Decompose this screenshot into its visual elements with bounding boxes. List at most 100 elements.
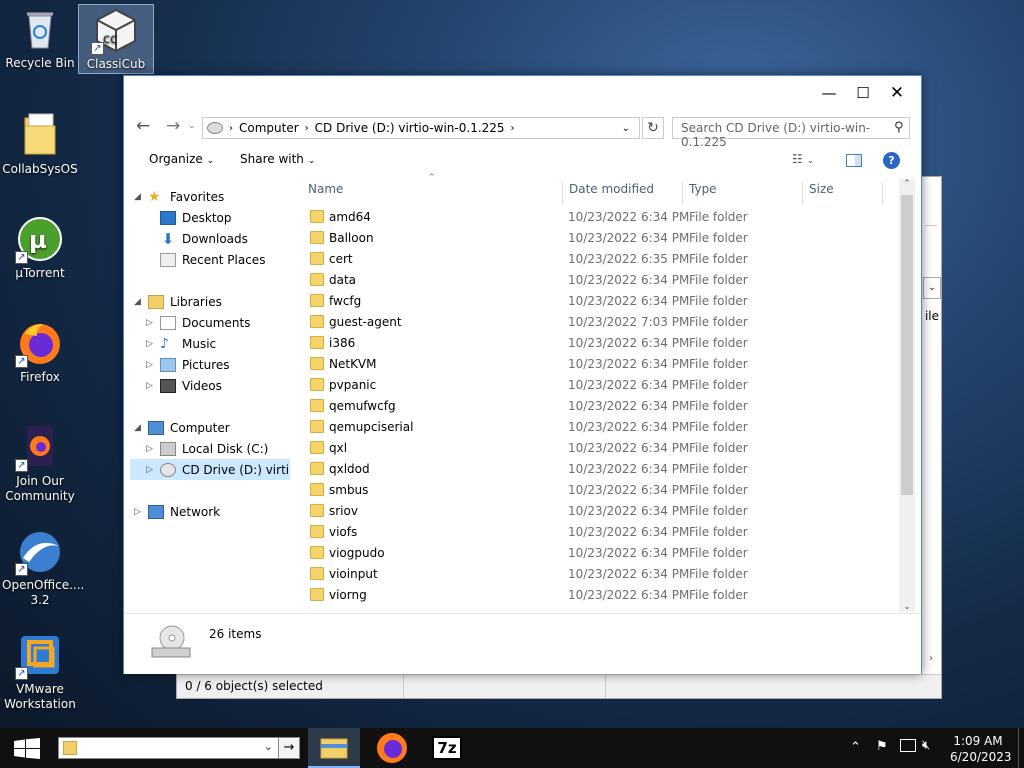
nav-pictures[interactable]: ▷ Pictures <box>146 354 230 375</box>
address-bar[interactable]: › Computer › CD Drive (D:) virtio-win-0.… <box>202 117 640 139</box>
folder-icon <box>310 357 324 370</box>
nav-libraries[interactable]: ◢ Libraries <box>134 291 222 312</box>
expand-icon[interactable]: ▷ <box>146 465 160 475</box>
clock[interactable]: 1:09 AM 6/20/2023 <box>950 733 1012 765</box>
collapse-icon[interactable]: ◢ <box>134 192 148 202</box>
table-row[interactable]: viogpudo 10/23/2022 6:34 PM File folder <box>298 543 898 564</box>
nav-local-disk[interactable]: ▷ Local Disk (C:) <box>146 438 268 459</box>
shortcut-arrow-icon: ↗ <box>15 667 28 680</box>
go-arrow-icon[interactable]: → <box>278 737 300 759</box>
search-input[interactable]: Search CD Drive (D:) virtio-win-0.1.225 <box>672 117 910 149</box>
volume-muted-icon[interactable]: 🔇︎ <box>922 738 930 753</box>
table-row[interactable]: qemufwcfg 10/23/2022 6:34 PM File folder <box>298 396 898 417</box>
expand-icon[interactable]: ▷ <box>134 507 148 517</box>
table-row[interactable]: data 10/23/2022 6:34 PM File folder <box>298 270 898 291</box>
taskbar-7zip[interactable]: 7z <box>422 728 474 768</box>
table-row[interactable]: Balloon 10/23/2022 6:34 PM File folder <box>298 228 898 249</box>
firefox-icon <box>377 733 407 763</box>
nav-cd-drive[interactable]: ▷ CD Drive (D:) virtio-win-0.1.225 <box>130 459 290 480</box>
recent-locations-chevron-icon[interactable]: ⌄ <box>188 121 196 131</box>
dropdown-chevron-icon[interactable]: ⌄ <box>923 277 941 299</box>
forward-button[interactable]: → <box>166 116 180 136</box>
show-desktop-button[interactable] <box>1018 728 1019 768</box>
nav-documents[interactable]: ▷ Documents <box>146 312 250 333</box>
share-with-menu[interactable]: Share with ⌄ <box>240 152 315 166</box>
chevron-down-icon[interactable]: ⌄ <box>264 740 273 753</box>
table-row[interactable]: qemupciserial 10/23/2022 6:34 PM File fold… <box>298 417 898 438</box>
action-center-flag-icon[interactable]: ⚑ <box>876 739 888 754</box>
back-button[interactable]: ← <box>136 116 150 136</box>
table-row[interactable]: viofs 10/23/2022 6:34 PM File folder <box>298 522 898 543</box>
table-row[interactable]: sriov 10/23/2022 6:34 PM File folder <box>298 501 898 522</box>
breadcrumb-computer[interactable]: Computer <box>239 121 299 135</box>
taskbar-address-toolbar[interactable]: ⌄ → <box>58 737 300 759</box>
nav-recent-places[interactable]: Recent Places <box>160 249 265 270</box>
desktop-icon-vmware[interactable]: ↗ VMware Workstation <box>2 632 78 712</box>
scroll-down-icon[interactable]: ⌄ <box>899 602 915 612</box>
desktop-icon-firefox[interactable]: ↗ Firefox <box>2 320 78 385</box>
table-row[interactable]: fwcfg 10/23/2022 6:34 PM File folder <box>298 291 898 312</box>
preview-pane-button[interactable] <box>846 154 862 167</box>
help-icon[interactable]: ? <box>883 152 900 169</box>
expand-icon[interactable]: ▷ <box>146 381 160 391</box>
file-date: 10/23/2022 6:34 PM <box>568 399 690 413</box>
table-row[interactable]: qxldod 10/23/2022 6:34 PM File folder <box>298 459 898 480</box>
close-button[interactable]: ✕ <box>880 76 914 110</box>
scroll-up-icon[interactable]: ⌃ <box>899 179 915 189</box>
nav-label: Favorites <box>170 189 225 204</box>
explorer-window[interactable]: — ☐ ✕ ← → ⌄ › Computer › CD Drive (D:) v… <box>123 75 922 674</box>
expand-icon[interactable]: ▷ <box>146 339 160 349</box>
maximize-button[interactable]: ☐ <box>846 76 880 110</box>
vertical-scrollbar[interactable]: ⌃ ⌄ <box>899 179 915 612</box>
table-row[interactable]: guest-agent 10/23/2022 7:03 PM File folder <box>298 312 898 333</box>
expand-icon[interactable]: ▷ <box>146 360 160 370</box>
nav-music[interactable]: ▷ ♪ Music <box>146 333 216 354</box>
expand-icon[interactable]: ▷ <box>146 444 160 454</box>
desktop-icon-openoffice[interactable]: ↗ OpenOffice.... 3.2 <box>2 528 84 608</box>
taskbar-file-explorer[interactable] <box>308 728 360 768</box>
firefox-community-icon: ↗ <box>15 424 63 472</box>
nav-videos[interactable]: ▷ Videos <box>146 375 222 396</box>
minimize-button[interactable]: — <box>812 76 846 110</box>
taskbar-firefox[interactable] <box>366 728 418 768</box>
nav-favorites[interactable]: ◢ ★ Favorites <box>134 186 224 207</box>
nav-downloads[interactable]: ⬇ Downloads <box>160 228 248 249</box>
nav-network[interactable]: ▷ Network <box>134 501 220 522</box>
table-row[interactable]: pvpanic 10/23/2022 6:34 PM File folder <box>298 375 898 396</box>
table-row[interactable]: i386 10/23/2022 6:34 PM File folder <box>298 333 898 354</box>
file-type: File folder <box>689 483 748 497</box>
desktop-icon-collabsysos[interactable]: CollabSysOS <box>2 112 78 177</box>
table-row[interactable]: qxl 10/23/2022 6:34 PM File folder <box>298 438 898 459</box>
refresh-button[interactable]: ↻ <box>642 117 664 139</box>
table-row[interactable]: NetKVM 10/23/2022 6:34 PM File folder <box>298 354 898 375</box>
table-row[interactable]: vioinput 10/23/2022 6:34 PM File folder <box>298 564 898 585</box>
nav-desktop[interactable]: Desktop <box>160 207 232 228</box>
change-view-button[interactable]: ☷ ⌄ <box>792 152 814 166</box>
collapse-icon[interactable]: ◢ <box>134 297 148 307</box>
scroll-right-icon[interactable]: › <box>929 653 933 664</box>
nav-computer[interactable]: ◢ Computer <box>134 417 230 438</box>
table-row[interactable]: viorng 10/23/2022 6:34 PM File folder <box>298 585 898 606</box>
expand-icon[interactable]: ▷ <box>146 318 160 328</box>
network-icon[interactable] <box>900 739 916 752</box>
start-button[interactable] <box>14 738 40 760</box>
scrollbar-thumb[interactable] <box>901 195 913 495</box>
show-hidden-icons-icon[interactable]: ⌃ <box>850 740 861 755</box>
collapse-icon[interactable]: ◢ <box>134 423 148 433</box>
desktop-icon-classicub[interactable]: cc ↗ ClassiCub <box>78 4 154 74</box>
organize-menu[interactable]: Organize ⌄ <box>149 152 214 166</box>
column-date-modified[interactable]: Date modified <box>569 182 654 196</box>
address-dropdown-icon[interactable]: ⌄ <box>622 123 630 134</box>
table-row[interactable]: cert 10/23/2022 6:35 PM File folder <box>298 249 898 270</box>
breadcrumb-cd-drive[interactable]: CD Drive (D:) virtio-win-0.1.225 <box>315 121 505 135</box>
column-type[interactable]: Type <box>689 182 717 196</box>
folder-icon <box>310 231 324 244</box>
desktop-icon-utorrent[interactable]: µ ↗ µTorrent <box>2 216 78 281</box>
column-name[interactable]: Name <box>308 182 343 196</box>
desktop-icon-recycle-bin[interactable]: Recycle Bin <box>2 6 78 71</box>
table-row[interactable]: smbus 10/23/2022 6:34 PM File folder <box>298 480 898 501</box>
table-row[interactable]: amd64 10/23/2022 6:34 PM File folder <box>298 207 898 228</box>
column-size[interactable]: Size <box>809 182 834 196</box>
desktop-icon-join-community[interactable]: ↗ Join Our Community <box>2 424 78 504</box>
folder-icon <box>310 420 324 433</box>
